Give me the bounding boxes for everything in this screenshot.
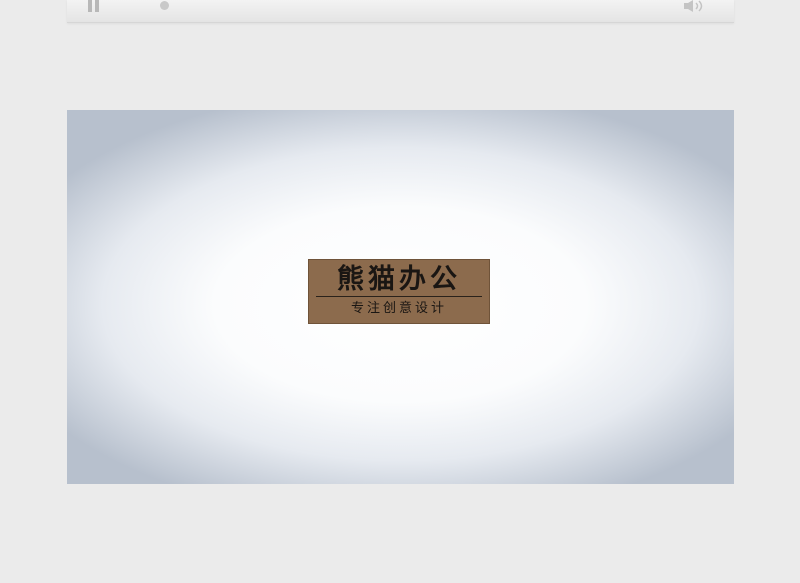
video-control-bar	[67, 0, 734, 23]
logo-card: 熊猫办公 专注创意设计	[308, 259, 490, 324]
page: 熊猫办公 专注创意设计	[0, 0, 800, 583]
progress-track[interactable]	[162, 5, 662, 7]
logo-title: 熊猫办公	[337, 264, 461, 295]
video-frame[interactable]: 熊猫办公 专注创意设计	[67, 110, 734, 484]
progress-thumb[interactable]	[160, 1, 169, 10]
volume-icon[interactable]	[682, 0, 708, 14]
pause-bar-left	[88, 0, 92, 12]
pause-icon[interactable]	[87, 0, 101, 14]
logo-subtitle: 专注创意设计	[350, 301, 447, 316]
pause-bar-right	[95, 0, 99, 12]
logo-divider	[316, 296, 482, 297]
